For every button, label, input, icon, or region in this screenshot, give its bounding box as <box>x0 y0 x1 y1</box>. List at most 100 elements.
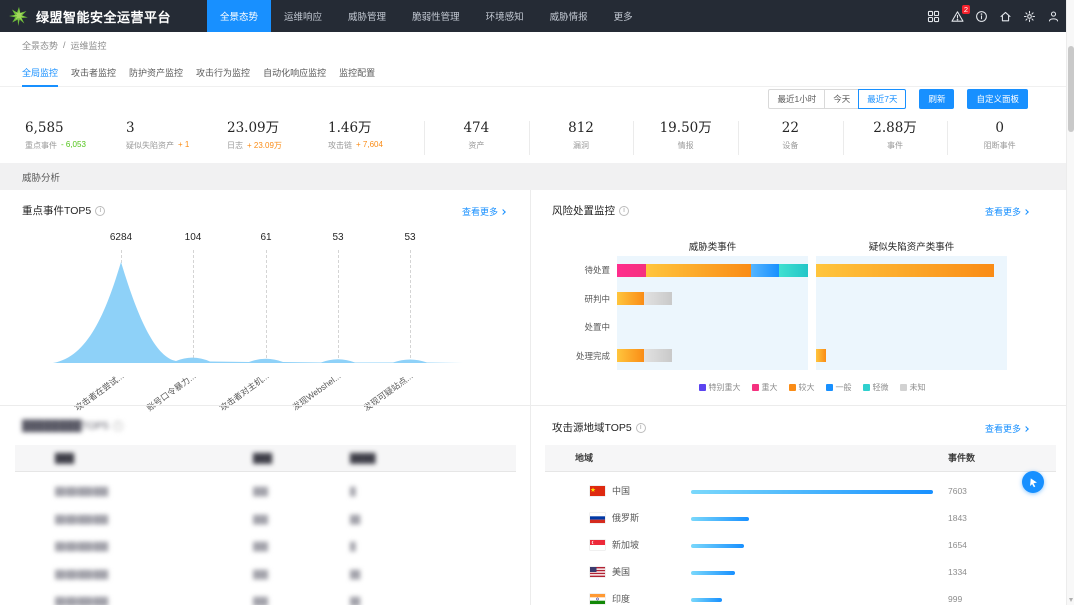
main-nav: 全景态势 运维响应 威胁管理 脆弱性管理 环境感知 威胁情报 更多 <box>207 0 646 32</box>
alert-count-badge: 2 <box>962 5 970 14</box>
time-option-last-hour[interactable]: 最近1小时 <box>768 89 825 109</box>
nav-item-more[interactable]: 更多 <box>601 0 646 32</box>
stat-label: 漏洞 <box>573 140 589 151</box>
info-icon[interactable] <box>636 423 646 433</box>
flag-singapore-icon <box>590 540 605 550</box>
nav-item-ops-response[interactable]: 运维响应 <box>271 0 335 32</box>
app-logo[interactable]: 绿盟智能安全运营平台 <box>0 6 181 26</box>
tab-attack-behavior-monitor[interactable]: 攻击行为监控 <box>196 58 250 86</box>
bar-row <box>816 256 1007 285</box>
stat-assets: 474 资产 <box>424 115 529 161</box>
chevron-right-icon <box>1023 426 1029 432</box>
nav-item-panorama[interactable]: 全景态势 <box>207 0 271 32</box>
bar-row <box>617 256 808 285</box>
data-label: 104 <box>163 232 223 243</box>
view-more-text: 查看更多 <box>985 205 1021 218</box>
home-icon[interactable] <box>998 9 1012 23</box>
table-row-india: 印度 999 <box>545 586 1056 605</box>
breadcrumb-root[interactable]: 全景态势 <box>22 39 58 52</box>
region-value: 1654 <box>948 532 967 559</box>
stat-value: 2.88万 <box>873 120 917 137</box>
info-icon[interactable] <box>113 421 123 431</box>
refresh-button[interactable]: 刷新 <box>919 89 954 109</box>
stat-events: 2.88万 事件 <box>843 115 948 161</box>
stat-value: 0 <box>995 120 1004 137</box>
stat-value: 1.46万 <box>328 120 424 137</box>
tab-monitor-config[interactable]: 监控配置 <box>339 58 375 86</box>
view-more-link[interactable]: 查看更多 <box>985 422 1028 435</box>
legend-item: 特别重大 <box>699 382 741 393</box>
table-header: 地域 事件数 <box>545 445 1056 472</box>
floating-assistant-button[interactable] <box>1022 471 1044 493</box>
stat-value: 6,585 <box>25 120 121 137</box>
tab-attacker-monitor[interactable]: 攻击者监控 <box>71 58 116 86</box>
column-header: ███ <box>55 445 74 472</box>
region-bar <box>691 571 933 575</box>
view-more-link[interactable]: 查看更多 <box>462 205 505 218</box>
table-row: ██▪██▪███▪███ ███ █ <box>15 533 516 561</box>
info-icon[interactable] <box>95 206 105 216</box>
stat-value: 474 <box>463 120 489 137</box>
panel-risk-disposal-monitor: 风险处置监控 查看更多 威胁类事件 疑似失陷资产类事件 待处置 研判中 处置中 … <box>530 190 1074 405</box>
panel-title-text: 重点事件TOP5 <box>22 203 91 218</box>
stat-intel: 19.50万 情报 <box>633 115 738 161</box>
top-nav-bar: 绿盟智能安全运营平台 全景态势 运维响应 威胁管理 脆弱性管理 环境感知 威胁情… <box>0 0 1074 32</box>
chart-group-title: 威胁类事件 <box>617 239 808 253</box>
nav-item-threat-intel[interactable]: 威胁情报 <box>537 0 601 32</box>
stat-value: 3 <box>126 120 222 137</box>
panel-redacted-top5: ████████TOP5 ███ ███ ████ ██▪██▪███▪███ … <box>0 405 530 605</box>
tab-global-monitor[interactable]: 全局监控 <box>22 58 58 86</box>
tab-auto-response-monitor[interactable]: 自动化响应监控 <box>263 58 326 86</box>
table-row-russia: 俄罗斯 1843 <box>545 505 1056 532</box>
tab-protected-asset-monitor[interactable]: 防护资产监控 <box>129 58 183 86</box>
view-more-link[interactable]: 查看更多 <box>985 205 1028 218</box>
info-circle-icon[interactable] <box>974 9 988 23</box>
chevron-right-icon <box>500 209 506 215</box>
panel-title: 重点事件TOP5 <box>22 203 105 218</box>
stat-vulnerabilities: 812 漏洞 <box>529 115 634 161</box>
legend-item: 一般 <box>826 382 852 393</box>
stat-label: 设备 <box>782 140 798 151</box>
alert-triangle-icon[interactable]: 2 <box>950 9 964 23</box>
data-label: 53 <box>380 232 440 243</box>
column-header-region: 地域 <box>575 445 593 472</box>
legend-swatch <box>863 384 870 391</box>
region-name: 印度 <box>612 586 630 605</box>
app-title: 绿盟智能安全运营平台 <box>36 7 171 26</box>
view-more-text: 查看更多 <box>462 205 498 218</box>
info-icon[interactable] <box>619 206 629 216</box>
legend-item: 较大 <box>789 382 815 393</box>
kpi-stats-row: 6,585 重点事件- 6,053 3 疑似失陷资产+ 1 23.09万 日志+… <box>20 115 1052 161</box>
legend-swatch <box>900 384 907 391</box>
time-option-last-7-days[interactable]: 最近7天 <box>858 89 906 109</box>
flag-russia-icon <box>590 513 605 523</box>
gear-icon[interactable] <box>1022 9 1036 23</box>
panel-attack-source-regions-top5: 攻击源地域TOP5 查看更多 地域 事件数 中国 7603 俄罗斯 1843 <box>530 405 1074 605</box>
category-label: 研判中 <box>545 285 610 314</box>
user-icon[interactable] <box>1046 9 1060 23</box>
chart-group-title: 疑似失陷资产类事件 <box>816 239 1007 253</box>
section-title-threat-analysis: 威胁分析 <box>0 163 1066 190</box>
legend-swatch <box>826 384 833 391</box>
nav-item-vuln-mgmt[interactable]: 脆弱性管理 <box>399 0 473 32</box>
column-header: ███ <box>253 445 272 472</box>
nav-item-threat-mgmt[interactable]: 威胁管理 <box>335 0 399 32</box>
table-row: ██▪██▪███▪███ ███ ██ <box>15 561 516 589</box>
flag-india-icon <box>590 594 605 604</box>
severity-legend: 特别重大 重大 较大 一般 轻微 未知 <box>617 382 1007 393</box>
bar-row <box>617 285 808 314</box>
chevron-right-icon <box>1023 209 1029 215</box>
column-header-event-count: 事件数 <box>948 445 975 472</box>
starburst-logo-icon <box>9 6 29 26</box>
scrollbar-down-arrow[interactable] <box>1069 598 1073 602</box>
scrollbar-thumb[interactable] <box>1068 46 1074 132</box>
legend-swatch <box>789 384 796 391</box>
time-option-today[interactable]: 今天 <box>824 89 859 109</box>
panel-title-text: 风险处置监控 <box>552 203 615 218</box>
time-filter-row: 最近1小时 今天 最近7天 刷新 自定义面板 <box>768 89 1028 109</box>
stat-delta: + 7,604 <box>356 140 383 151</box>
apps-grid-icon[interactable] <box>926 9 940 23</box>
stat-label: 情报 <box>678 140 694 151</box>
custom-panel-button[interactable]: 自定义面板 <box>967 89 1028 109</box>
nav-item-env-awareness[interactable]: 环境感知 <box>473 0 537 32</box>
